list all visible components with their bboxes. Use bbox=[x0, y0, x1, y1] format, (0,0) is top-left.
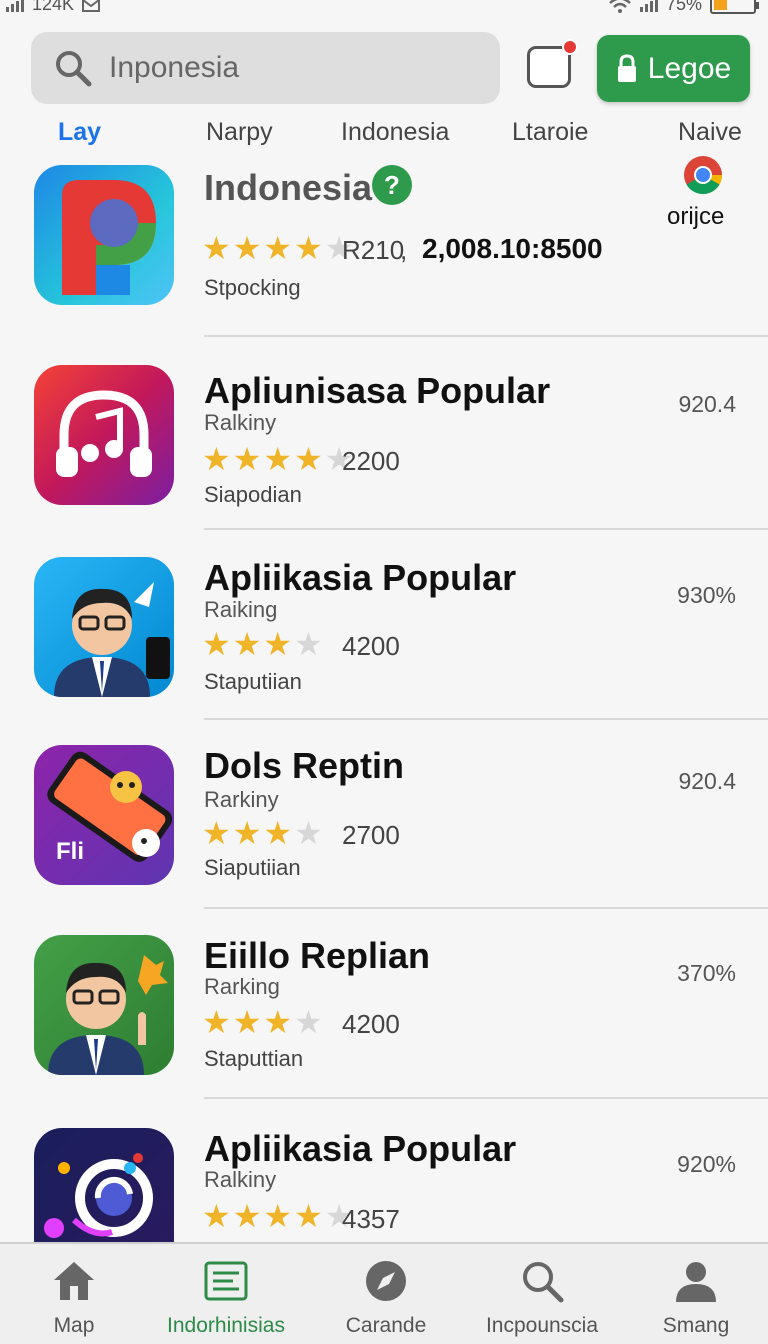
rating-count: 2200 bbox=[342, 446, 400, 476]
app-developer: Siapodian bbox=[204, 482, 302, 507]
battery-icon bbox=[710, 0, 759, 14]
app-icon bbox=[34, 165, 174, 305]
music-icon bbox=[34, 365, 174, 505]
nav-smang[interactable]: Smang bbox=[648, 1244, 744, 1344]
notification-button[interactable] bbox=[527, 39, 578, 88]
signal-icon bbox=[6, 0, 24, 12]
list-icon bbox=[204, 1261, 248, 1301]
rating-count: 4200 bbox=[342, 1009, 400, 1039]
help-glyph: ? bbox=[384, 169, 400, 200]
divider bbox=[204, 528, 768, 530]
status-bar: 124K 75% bbox=[0, 0, 768, 20]
app-name: Dols Reptin bbox=[204, 745, 405, 786]
rating-stars: ★★★★★ bbox=[202, 441, 354, 477]
phone-game-icon: Fli bbox=[34, 745, 174, 885]
svg-text:Fli: Fli bbox=[56, 838, 84, 865]
list-item[interactable]: Apliunisasa Popular Ralkiny ★ ★ ★ ★ ★ 2200 S… bbox=[0, 365, 768, 530]
app-developer: Staputtian bbox=[204, 1046, 304, 1071]
featured-stars: ★ ★ ★ ★ ★ bbox=[202, 230, 354, 266]
featured-app[interactable]: Indonesia ? ★ ★ ★ ★ ★ R210 , 2,008.10:8500 S… bbox=[0, 156, 768, 340]
nav-carande[interactable]: Carande bbox=[330, 1244, 442, 1344]
chrome-icon bbox=[684, 156, 723, 195]
app-name: Apliikasia Popular bbox=[204, 557, 517, 598]
side-label: orijce bbox=[667, 203, 725, 230]
wifi-icon bbox=[609, 0, 631, 13]
list-item[interactable]: Apliikasia Popular Ralkiny ★ ★ ★ ★ ★ 4357 92… bbox=[0, 1128, 768, 1242]
tab-indonesia[interactable]: Indonesia bbox=[341, 118, 449, 147]
tab-narpy[interactable]: Narpy bbox=[206, 118, 273, 147]
search-icon bbox=[523, 1262, 564, 1303]
rating-stars: ★★★★★ bbox=[202, 626, 323, 662]
app-subtitle: Ralkiny bbox=[204, 1167, 277, 1192]
compass-icon bbox=[366, 1261, 406, 1301]
nav-label: Carande bbox=[345, 1314, 427, 1337]
lock-icon bbox=[617, 53, 636, 82]
search-bar[interactable] bbox=[31, 32, 500, 104]
mail-icon bbox=[82, 0, 101, 12]
rating-stars: ★★★★★ bbox=[202, 1198, 354, 1234]
featured-rating-extra: 2,008.10:8500 bbox=[422, 233, 603, 264]
featured-developer: Stpocking bbox=[204, 275, 301, 300]
app-subtitle: Ralkiny bbox=[204, 410, 277, 435]
status-text: 124K bbox=[32, 0, 75, 14]
rating-count: 4200 bbox=[342, 631, 400, 661]
help-icon[interactable]: ? bbox=[372, 165, 412, 205]
app-developer: Siaputiian bbox=[204, 855, 301, 880]
app-subtitle: Rarking bbox=[204, 974, 280, 999]
rating-stars: ★ ★ ★ ★ bbox=[202, 1004, 323, 1040]
nav-label: Smang bbox=[662, 1314, 730, 1337]
list-item[interactable]: Fli Dols Reptin Rarkiny ★ ★ ★ ★ 2700 Siaput… bbox=[0, 745, 768, 910]
app-name: Apliunisasa Popular bbox=[204, 370, 551, 411]
list-item[interactable]: Eiillo Replian Rarking ★ ★ ★ ★ 4200 Staputt… bbox=[0, 935, 768, 1100]
divider bbox=[204, 1097, 768, 1099]
divider bbox=[204, 718, 768, 720]
tab-lay[interactable]: Lay bbox=[58, 118, 101, 147]
user-icon bbox=[676, 1262, 716, 1302]
nav-label: Indorhinisias bbox=[167, 1314, 285, 1337]
separator-comma: , bbox=[400, 235, 408, 265]
app-icon bbox=[34, 1128, 174, 1242]
nav-indorhinisias[interactable]: Indorhinisias bbox=[160, 1244, 292, 1344]
rating-count: 4357 bbox=[342, 1204, 400, 1234]
featured-rating: R210 bbox=[342, 235, 405, 265]
app-percent: 930% bbox=[677, 582, 736, 608]
login-label: Legoe bbox=[647, 51, 732, 85]
nav-incpounscia[interactable]: Incpounscia bbox=[478, 1244, 606, 1344]
nav-label: Map bbox=[53, 1314, 95, 1337]
rating-count: 2700 bbox=[342, 820, 400, 850]
notification-badge bbox=[562, 39, 578, 55]
app-subtitle: Rarkiny bbox=[204, 787, 279, 812]
bottom-navigation: Map Indorhinisias Carande Incpounscia Sm… bbox=[0, 1242, 768, 1344]
app-percent: 370% bbox=[677, 960, 736, 986]
app-percent: 920.4 bbox=[678, 391, 736, 417]
divider bbox=[204, 907, 768, 909]
avatar-icon bbox=[34, 557, 174, 697]
search-input[interactable] bbox=[109, 51, 469, 85]
category-tabs: Lay Narpy Indonesia Ltaroie Naive bbox=[0, 118, 768, 154]
app-name: Eiillo Replian bbox=[204, 935, 431, 976]
app-subtitle: Raiking bbox=[204, 597, 278, 622]
signal-bars-icon bbox=[639, 0, 658, 12]
app-developer: Staputiian bbox=[204, 669, 302, 694]
featured-app-name: Indonesia bbox=[204, 167, 373, 208]
app-percent: 920.4 bbox=[678, 768, 736, 794]
app-name: Apliikasia Popular bbox=[204, 1128, 517, 1169]
nav-map[interactable]: Map bbox=[22, 1244, 126, 1344]
tab-ltaroie[interactable]: Ltaroie bbox=[512, 118, 588, 147]
app-percent: 920% bbox=[677, 1151, 736, 1177]
list-item[interactable]: Apliikasia Popular Raiking ★★★★★ 4200 St… bbox=[0, 557, 768, 722]
search-icon bbox=[56, 51, 92, 87]
avatar-icon bbox=[34, 935, 174, 1075]
login-button[interactable]: Legoe bbox=[597, 35, 750, 102]
home-icon bbox=[54, 1262, 94, 1300]
divider bbox=[204, 335, 768, 337]
tab-naive[interactable]: Naive bbox=[678, 118, 742, 147]
nav-label: Incpounscia bbox=[485, 1314, 599, 1337]
rating-stars: ★ ★ ★ ★ bbox=[202, 815, 323, 851]
battery-percent: 75% bbox=[665, 0, 702, 14]
